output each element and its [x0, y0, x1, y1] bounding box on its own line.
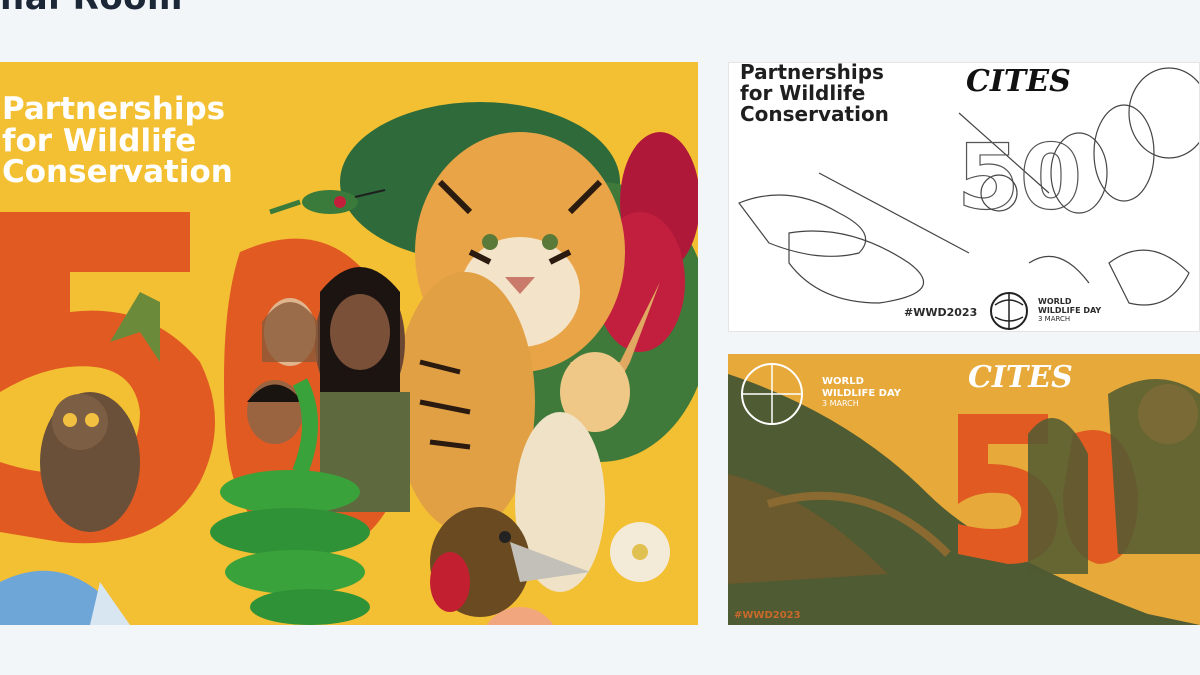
coloring-title-line2: for Wildlife: [740, 81, 866, 105]
cites-logo: CITES: [966, 64, 1071, 99]
coloring-wwd-label: WORLD WILDLIFE DAY 3 MARCH: [1038, 297, 1101, 323]
banner-poster-illustration: [728, 354, 1200, 625]
main-poster-title: Partnerships for Wildlife Conservation: [2, 91, 233, 191]
coloring-title-line1: Partnerships: [740, 60, 884, 84]
coloring-poster-title: Partnerships for Wildlife Conservation: [740, 62, 889, 125]
svg-text:50: 50: [957, 125, 1082, 230]
coloring-wwd-date: 3 MARCH: [1038, 314, 1071, 323]
banner-hashtag: #WWD2023: [734, 610, 801, 621]
banner-poster-image[interactable]: [728, 354, 1200, 625]
banner-wwd-label: WORLD WILDLIFE DAY 3 MARCH: [822, 376, 901, 408]
coloring-hashtag: #WWD2023: [904, 306, 978, 319]
banner-wwd-line2: WILDLIFE DAY: [822, 387, 901, 399]
banner-cites-logo: CITES: [968, 360, 1073, 395]
main-title-line1: Partnerships: [2, 91, 226, 127]
main-title-line2: for Wildlife: [2, 122, 197, 159]
globe-icon: [990, 292, 1028, 330]
main-poster-image[interactable]: Partnerships for Wildlife Conservation: [0, 62, 698, 625]
banner-wwd-line1: WORLD: [822, 376, 864, 387]
page-heading: nal Room: [0, 0, 183, 18]
coloring-title-line3: Conservation: [740, 102, 889, 126]
main-title-line3: Conservation: [2, 154, 233, 191]
banner-wwd-date: 3 MARCH: [822, 399, 859, 408]
